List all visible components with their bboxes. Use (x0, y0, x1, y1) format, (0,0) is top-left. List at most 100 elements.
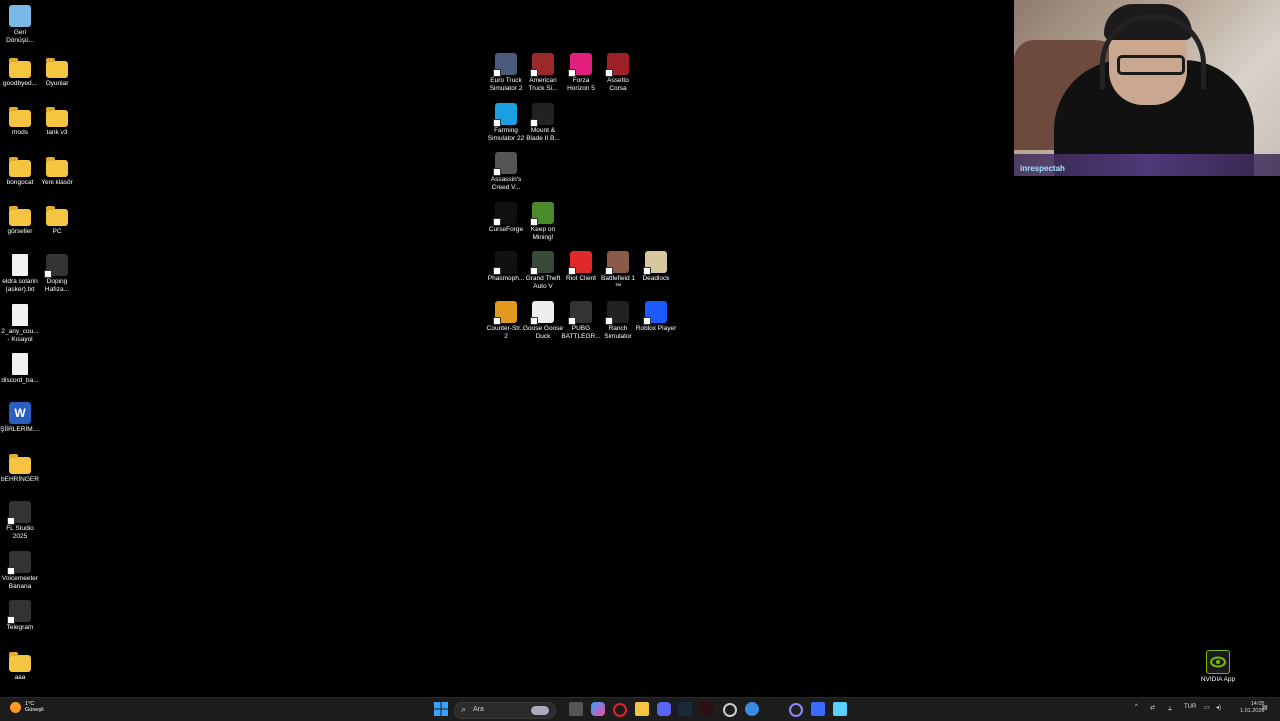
notification-icon[interactable]: ▤ (1262, 704, 1268, 711)
game-shortcut[interactable]: Roblox Player (636, 301, 676, 333)
desktop-icon[interactable]: aaa (0, 650, 40, 682)
webcam-overlay: inrespectah (1014, 0, 1280, 176)
game-icon (568, 251, 592, 275)
obs-icon[interactable] (789, 703, 803, 717)
file-icon (12, 254, 28, 276)
opera-icon[interactable] (613, 703, 627, 717)
desktop-icon[interactable]: Oyunlar (37, 56, 77, 88)
game-icon (605, 53, 629, 77)
game-icon (493, 103, 517, 127)
game-shortcut[interactable]: Mount & Blade II B... (523, 103, 563, 142)
desktop-icon[interactable]: bEHRİNGER (0, 452, 40, 484)
desktop-icon-label: aaa (14, 674, 26, 681)
game-icon (643, 301, 667, 325)
search-highlight-icon (531, 706, 549, 715)
game-icon (493, 202, 517, 226)
game-shortcut-label: Assassin's Creed V... (490, 176, 522, 191)
folder-icon (9, 58, 31, 78)
weather-widget[interactable]: 1°C Güneşli (10, 701, 44, 713)
desktop-icon[interactable]: Telegram (0, 600, 40, 632)
game-shortcut[interactable]: Euro Truck Simulator 2 (486, 53, 526, 92)
desktop-icon-label: 2_any_cou... - Kısayol (1, 328, 39, 343)
game-icon (568, 53, 592, 77)
game-shortcut[interactable]: Assassin's Creed V... (486, 152, 526, 191)
desktop-icon[interactable]: discord_ba... (0, 353, 40, 385)
steam-icon[interactable] (678, 702, 692, 716)
game-shortcut[interactable]: Goose Goose Duck (523, 301, 563, 340)
recycle-bin-icon (9, 5, 31, 27)
game-icon (568, 301, 592, 325)
desktop-icon[interactable]: PC (37, 204, 77, 236)
game-shortcut[interactable]: Assetto Corsa (598, 53, 638, 92)
desktop-icon[interactable]: eldra solarin (asker).txt (0, 254, 40, 293)
system-clock[interactable]: 14:05 1.01.2026 (1240, 701, 1264, 715)
webcam-streamer-name: inrespectah (1020, 164, 1065, 173)
game-shortcut-label: Assetto Corsa (607, 77, 629, 92)
app-icon-red[interactable] (700, 702, 714, 716)
desktop-icon-label: Voicemeeter Banana (1, 575, 39, 590)
game-icon (605, 251, 629, 275)
notepad-icon[interactable] (833, 702, 847, 716)
taskbar-search[interactable]: ⌕ Ara (454, 702, 556, 719)
desktop-icon[interactable]: bongocat (0, 155, 40, 187)
copilot-icon[interactable] (591, 702, 605, 716)
search-placeholder: Ara (473, 706, 484, 713)
folder-icon (46, 107, 68, 127)
desktop-icon[interactable]: 2_any_cou... - Kısayol (0, 304, 40, 343)
game-shortcut[interactable]: American Truck Si... (523, 53, 563, 92)
desktop-icon[interactable]: Geri Dönüşü... (0, 5, 40, 44)
game-shortcut[interactable]: Ranch Simulator (598, 301, 638, 340)
game-shortcut[interactable]: Farming Simulator 22 (486, 103, 526, 142)
desktop-icon[interactable]: tank v3 (37, 105, 77, 137)
game-icon (530, 202, 554, 226)
discord-icon[interactable] (657, 702, 671, 716)
game-shortcut-label: Roblox Player (635, 325, 677, 332)
game-shortcut[interactable]: CurseForge (486, 202, 526, 234)
game-shortcut-label: Keep on Mining! (530, 226, 556, 241)
file-explorer-icon[interactable] (635, 702, 649, 716)
game-shortcut[interactable]: Counter-Str... 2 (486, 301, 526, 340)
game-shortcut[interactable]: PUBG BATTLEGR... (561, 301, 601, 340)
start-button[interactable] (434, 702, 448, 716)
desktop-icon-label: PC (52, 228, 62, 235)
desktop-icon[interactable]: W ŞİİRLERİM.... (0, 402, 40, 434)
desktop-icon[interactable]: FL Studio 2025 (0, 501, 40, 540)
desktop-icon[interactable]: görseller (0, 204, 40, 236)
nvidia-app-shortcut[interactable]: NVIDIA App (1198, 650, 1238, 684)
tray-network-icon[interactable]: ⇄ (1150, 704, 1155, 711)
word-document-icon: W (9, 402, 31, 424)
roblox-taskbar-icon[interactable] (811, 702, 825, 716)
folder-icon (46, 206, 68, 226)
game-shortcut[interactable]: Grand Theft Auto V (523, 251, 563, 290)
desktop-icon-label: tank v3 (46, 129, 68, 136)
game-shortcut[interactable]: Deadlock (636, 251, 676, 283)
clock-app-icon[interactable] (723, 703, 737, 717)
game-shortcut[interactable]: Battlefield 1 ™ (598, 251, 638, 290)
desktop-icon[interactable]: mods (0, 105, 40, 137)
desktop-icon[interactable]: Voicemeeter Banana (0, 551, 40, 590)
game-shortcut[interactable]: Forza Horizon 5 (561, 53, 601, 92)
tray-mic-icon[interactable]: ⏚ (1167, 704, 1173, 713)
desktop-icon-label: FL Studio 2025 (6, 525, 34, 540)
task-view-icon[interactable] (569, 702, 583, 716)
clock-time: 14:05 (1250, 701, 1265, 707)
game-shortcut[interactable]: Riot Client (561, 251, 601, 283)
game-icon (530, 103, 554, 127)
desktop-icon-label: ŞİİRLERİM.... (0, 426, 40, 433)
desktop-icon-label: discord_ba... (1, 377, 39, 384)
game-shortcut-label: Mount & Blade II B... (526, 127, 560, 142)
desktop-icon[interactable]: Doping Hafıza... (37, 254, 77, 293)
language-indicator[interactable]: TUR (1184, 704, 1196, 710)
tray-monitor-icon[interactable]: ▭ (1204, 704, 1210, 711)
settings-app-icon[interactable] (745, 702, 759, 716)
game-shortcut[interactable]: Keep on Mining! (523, 202, 563, 241)
folder-icon (9, 454, 31, 474)
tray-chevron-icon[interactable]: ^ (1135, 704, 1138, 710)
game-icon (530, 251, 554, 275)
desktop-icon[interactable]: goodbyed... (0, 56, 40, 88)
tray-volume-icon[interactable]: ◂) (1216, 704, 1221, 711)
folder-icon (9, 157, 31, 177)
desktop-icon-label: Telegram (6, 624, 34, 631)
desktop-icon[interactable]: Yeni klasör (37, 155, 77, 187)
game-shortcut[interactable]: Phasmoph... (486, 251, 526, 283)
